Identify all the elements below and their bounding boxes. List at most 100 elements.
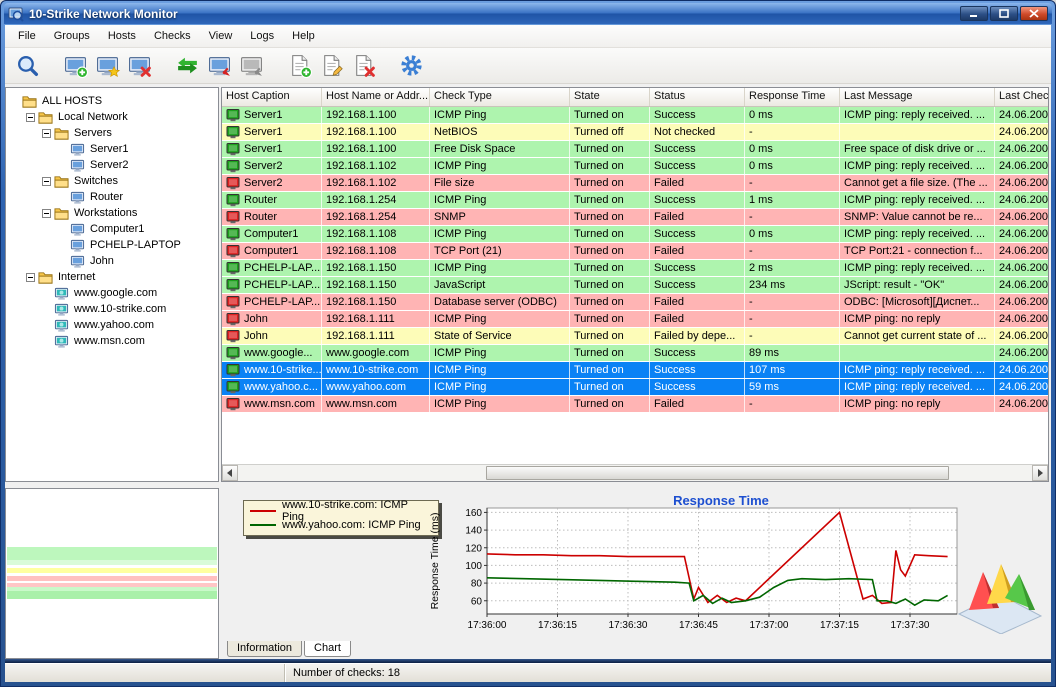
titlebar[interactable]: 10-Strike Network Monitor [4, 3, 1052, 24]
column-header-status[interactable]: Status [650, 88, 745, 106]
tree-item-computer1[interactable]: Computer1 [6, 221, 218, 237]
cell-last-chec: 24.06.200 [995, 124, 1048, 140]
cell-host-name-or-addr: www.msn.com [322, 396, 430, 412]
check-row-www-google-icmp-ping[interactable]: www.google... www.google.com ICMP Ping Turn… [222, 345, 1048, 362]
tree-item-internet[interactable]: Internet [6, 269, 218, 285]
menu-file[interactable]: File [9, 27, 45, 45]
check-row-server1-netbios[interactable]: Server1 192.168.1.100 NetBIOS Turned off Not… [222, 124, 1048, 141]
tree-item-router[interactable]: Router [6, 189, 218, 205]
scroll-left-arrow[interactable] [222, 465, 238, 481]
cell-check-type: NetBIOS [430, 124, 570, 140]
check-row-john-state-of-service[interactable]: John 192.168.1.111 State of Service Turned … [222, 328, 1048, 345]
cell-response-time: 0 ms [745, 158, 840, 174]
find-host-icon[interactable] [13, 52, 41, 80]
expand-toggle-icon[interactable] [42, 128, 51, 138]
tree-item-www-msn-com[interactable]: www.msn.com [6, 333, 218, 349]
tree-item-server2[interactable]: Server2 [6, 157, 218, 173]
tab-chart[interactable]: Chart [304, 641, 351, 657]
add-check-icon[interactable] [285, 52, 313, 80]
stop-monitoring-icon[interactable] [237, 52, 265, 80]
column-header-check-type[interactable]: Check Type [430, 88, 570, 106]
check-row-www-yahoo-c-icmp-ping[interactable]: www.yahoo.c... www.yahoo.com ICMP Ping Turn… [222, 379, 1048, 396]
close-button[interactable] [1020, 6, 1048, 21]
check-row-server1-icmp-ping[interactable]: Server1 192.168.1.100 ICMP Ping Turned on Su… [222, 107, 1048, 124]
cell-host-caption: Server1 [222, 107, 322, 123]
tree-item-servers[interactable]: Servers [6, 125, 218, 141]
check-row-server2-icmp-ping[interactable]: Server2 192.168.1.102 ICMP Ping Turned on Su… [222, 158, 1048, 175]
tree-item-workstations[interactable]: Workstations [6, 205, 218, 221]
menu-groups[interactable]: Groups [45, 27, 99, 45]
cell-host-name-or-addr: 192.168.1.254 [322, 209, 430, 225]
table-horizontal-scrollbar[interactable] [222, 464, 1048, 481]
menu-hosts[interactable]: Hosts [99, 27, 145, 45]
check-row-router-icmp-ping[interactable]: Router 192.168.1.254 ICMP Ping Turned on Suc… [222, 192, 1048, 209]
folder-icon [54, 174, 70, 189]
delete-check-icon[interactable] [349, 52, 377, 80]
cell-state: Turned on [570, 294, 650, 310]
settings-icon[interactable] [397, 52, 425, 80]
tree-item-all-hosts[interactable]: ALL HOSTS [6, 93, 218, 109]
tree-item-john[interactable]: John [6, 253, 218, 269]
menu-checks[interactable]: Checks [145, 27, 200, 45]
menu-logs[interactable]: Logs [241, 27, 283, 45]
check-row-computer1-tcp-port-21[interactable]: Computer1 192.168.1.108 TCP Port (21) Turne… [222, 243, 1048, 260]
check-row-router-snmp[interactable]: Router 192.168.1.254 SNMP Turned on Failed - S… [222, 209, 1048, 226]
cell-last-message: ICMP ping: reply received. ... [840, 379, 995, 395]
cell-state: Turned on [570, 260, 650, 276]
expand-toggle-icon[interactable] [26, 272, 35, 282]
tree-item-server1[interactable]: Server1 [6, 141, 218, 157]
minimize-button[interactable] [960, 6, 988, 21]
check-row-www-msn-com-icmp-ping[interactable]: www.msn.com www.msn.com ICMP Ping Turned on… [222, 396, 1048, 413]
tree-item-www-yahoo-com[interactable]: www.yahoo.com [6, 317, 218, 333]
column-header-state[interactable]: State [570, 88, 650, 106]
check-row-server1-free-disk-space[interactable]: Server1 192.168.1.100 Free Disk Space Turne… [222, 141, 1048, 158]
tree-item-www-google-com[interactable]: www.google.com [6, 285, 218, 301]
check-row-pchelp-lap-database-server-odbc[interactable]: PCHELP-LAP... 192.168.1.150 Database serve… [222, 294, 1048, 311]
tree-item-local-network[interactable]: Local Network [6, 109, 218, 125]
column-header-response-time[interactable]: Response Time [745, 88, 840, 106]
cell-check-type: ICMP Ping [430, 379, 570, 395]
check-row-www-10-strike-icmp-ping[interactable]: www.10-strike... www.10-strike.com ICMP Pi… [222, 362, 1048, 379]
check-row-pchelp-lap-javascript[interactable]: PCHELP-LAP... 192.168.1.150 JavaScript Turn… [222, 277, 1048, 294]
check-row-john-icmp-ping[interactable]: John 192.168.1.111 ICMP Ping Turned on Faile… [222, 311, 1048, 328]
expand-toggle-icon[interactable] [42, 176, 51, 186]
tree-item-pchelp-laptop[interactable]: PCHELP-LAPTOP [6, 237, 218, 253]
menu-help[interactable]: Help [283, 27, 324, 45]
column-header-host-caption[interactable]: Host Caption [222, 88, 322, 106]
cell-state: Turned on [570, 396, 650, 412]
host-status-icon [226, 142, 240, 156]
cell-host-name-or-addr: 192.168.1.111 [322, 328, 430, 344]
column-header-last-message[interactable]: Last Message [840, 88, 995, 106]
tree-item-www-10-strike-com[interactable]: www.10-strike.com [6, 301, 218, 317]
cell-last-message: ICMP ping: reply received. ... [840, 362, 995, 378]
scroll-thumb[interactable] [486, 466, 949, 480]
start-monitoring-icon[interactable] [205, 52, 233, 80]
host-status-icon [226, 176, 240, 190]
host-status-icon [226, 125, 240, 139]
check-row-computer1-icmp-ping[interactable]: Computer1 192.168.1.108 ICMP Ping Turned on… [222, 226, 1048, 243]
add-host-icon[interactable] [61, 52, 89, 80]
expand-toggle-icon[interactable] [26, 112, 35, 122]
column-header-host-name-or-addr[interactable]: Host Name or Addr... [322, 88, 430, 106]
add-host-wizard-icon[interactable] [93, 52, 121, 80]
cell-last-chec: 24.06.200 [995, 209, 1048, 225]
cell-host-caption: Server1 [222, 124, 322, 140]
tree-item-switches[interactable]: Switches [6, 173, 218, 189]
maximize-button[interactable] [990, 6, 1018, 21]
tree-item-label: Router [90, 191, 124, 203]
delete-host-icon[interactable] [125, 52, 153, 80]
cell-state: Turned on [570, 311, 650, 327]
scroll-right-arrow[interactable] [1032, 465, 1048, 481]
cell-last-chec: 24.06.200 [995, 243, 1048, 259]
cell-host-caption: John [222, 328, 322, 344]
menu-view[interactable]: View [200, 27, 242, 45]
cell-last-message [840, 124, 995, 140]
expand-toggle-icon[interactable] [42, 208, 51, 218]
check-row-server2-file-size[interactable]: Server2 192.168.1.102 File size Turned on Fa… [222, 175, 1048, 192]
check-row-pchelp-lap-icmp-ping[interactable]: PCHELP-LAP... 192.168.1.150 ICMP Ping Turne… [222, 260, 1048, 277]
column-header-last-chec[interactable]: Last Chec... [995, 88, 1048, 106]
scan-network-icon[interactable] [173, 52, 201, 80]
tab-information[interactable]: Information [227, 641, 303, 657]
edit-check-icon[interactable] [317, 52, 345, 80]
status-bar: Number of checks: 18 [5, 663, 1051, 682]
